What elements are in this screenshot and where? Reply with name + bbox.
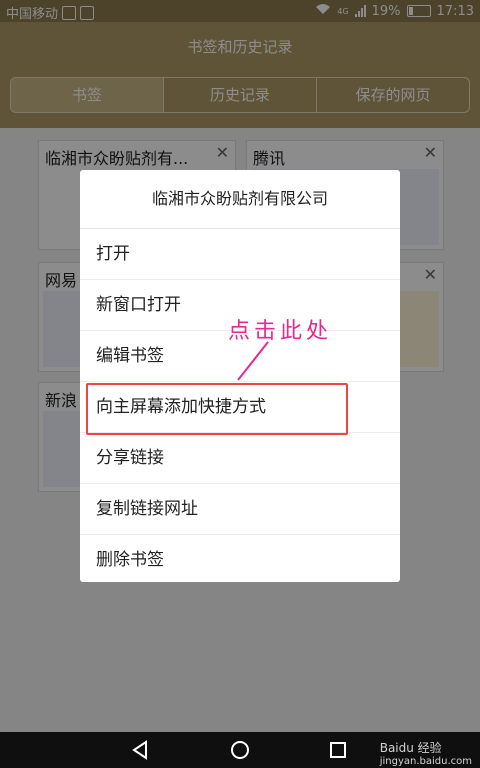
- recents-icon[interactable]: [326, 738, 350, 762]
- watermark-brand: Baidu 经验: [379, 741, 442, 755]
- back-icon[interactable]: [128, 738, 152, 762]
- watermark-url: jingyan.baidu.com: [379, 756, 472, 767]
- annotation-pointer: [237, 341, 269, 381]
- home-icon[interactable]: [228, 738, 252, 762]
- watermark: Baidu 经验 jingyan.baidu.com: [380, 739, 472, 767]
